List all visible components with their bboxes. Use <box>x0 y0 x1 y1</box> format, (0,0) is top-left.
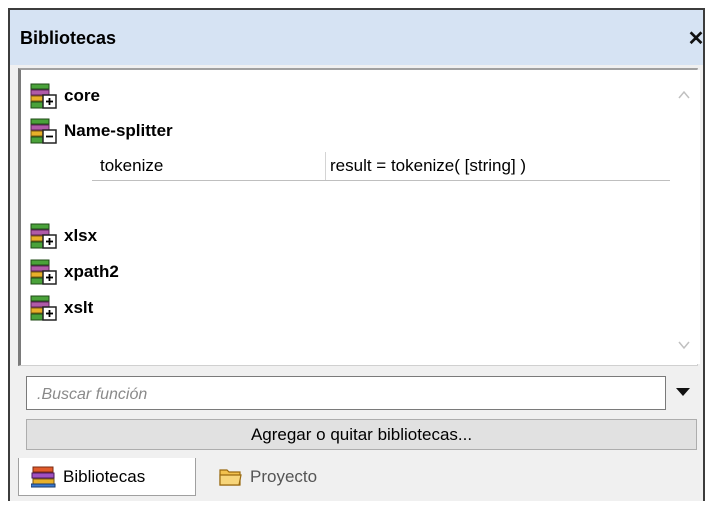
tab-label: Bibliotecas <box>63 466 146 486</box>
library-item-name-splitter[interactable]: Name-splitter <box>30 117 173 145</box>
column-divider <box>325 152 326 180</box>
library-expand-icon[interactable] <box>30 82 60 110</box>
panel-title: Bibliotecas <box>20 28 117 48</box>
library-label: core <box>64 86 100 105</box>
library-label: xlsx <box>64 226 98 245</box>
library-label: Name-splitter <box>64 121 173 140</box>
tree-scrollbar[interactable] <box>670 70 700 364</box>
library-item-xslt[interactable]: xslt <box>30 294 93 322</box>
library-item-xlsx[interactable]: xlsx <box>30 222 97 250</box>
tab-label: Proyecto <box>250 467 318 486</box>
library-item-core[interactable]: core <box>30 82 100 110</box>
search-field[interactable] <box>26 376 666 410</box>
scroll-down-arrow-icon[interactable] <box>677 338 691 352</box>
tab-proyecto[interactable]: Proyecto <box>206 458 346 496</box>
search-input[interactable] <box>35 383 639 407</box>
tab-strip: Bibliotecas Proyecto <box>10 458 703 501</box>
scroll-up-arrow-icon[interactable] <box>677 88 691 102</box>
library-collapse-icon[interactable] <box>30 117 60 145</box>
close-icon: ✕ <box>687 28 705 50</box>
close-button[interactable]: ✕ <box>686 28 706 50</box>
add-remove-libraries-button[interactable]: Agregar o quitar bibliotecas... <box>26 419 697 450</box>
library-expand-icon[interactable] <box>30 222 60 250</box>
library-tree[interactable] <box>18 68 698 366</box>
tab-bibliotecas[interactable]: Bibliotecas <box>18 458 196 496</box>
library-expand-icon[interactable] <box>30 294 60 322</box>
function-name: tokenize <box>100 156 164 175</box>
function-row-tokenize[interactable]: tokenize result = tokenize( [string] ) <box>92 152 670 181</box>
function-signature: result = tokenize( [string] ) <box>330 156 527 175</box>
libraries-window: Bibliotecas ✕ core Name-splitter tokeniz… <box>0 0 714 508</box>
library-label: xpath2 <box>64 262 119 281</box>
library-expand-icon[interactable] <box>30 258 60 286</box>
library-item-xpath2[interactable]: xpath2 <box>30 258 119 286</box>
search-dropdown-arrow-icon[interactable] <box>676 388 690 396</box>
folder-icon <box>218 466 244 488</box>
library-label: xslt <box>64 298 94 317</box>
books-icon <box>30 466 57 488</box>
